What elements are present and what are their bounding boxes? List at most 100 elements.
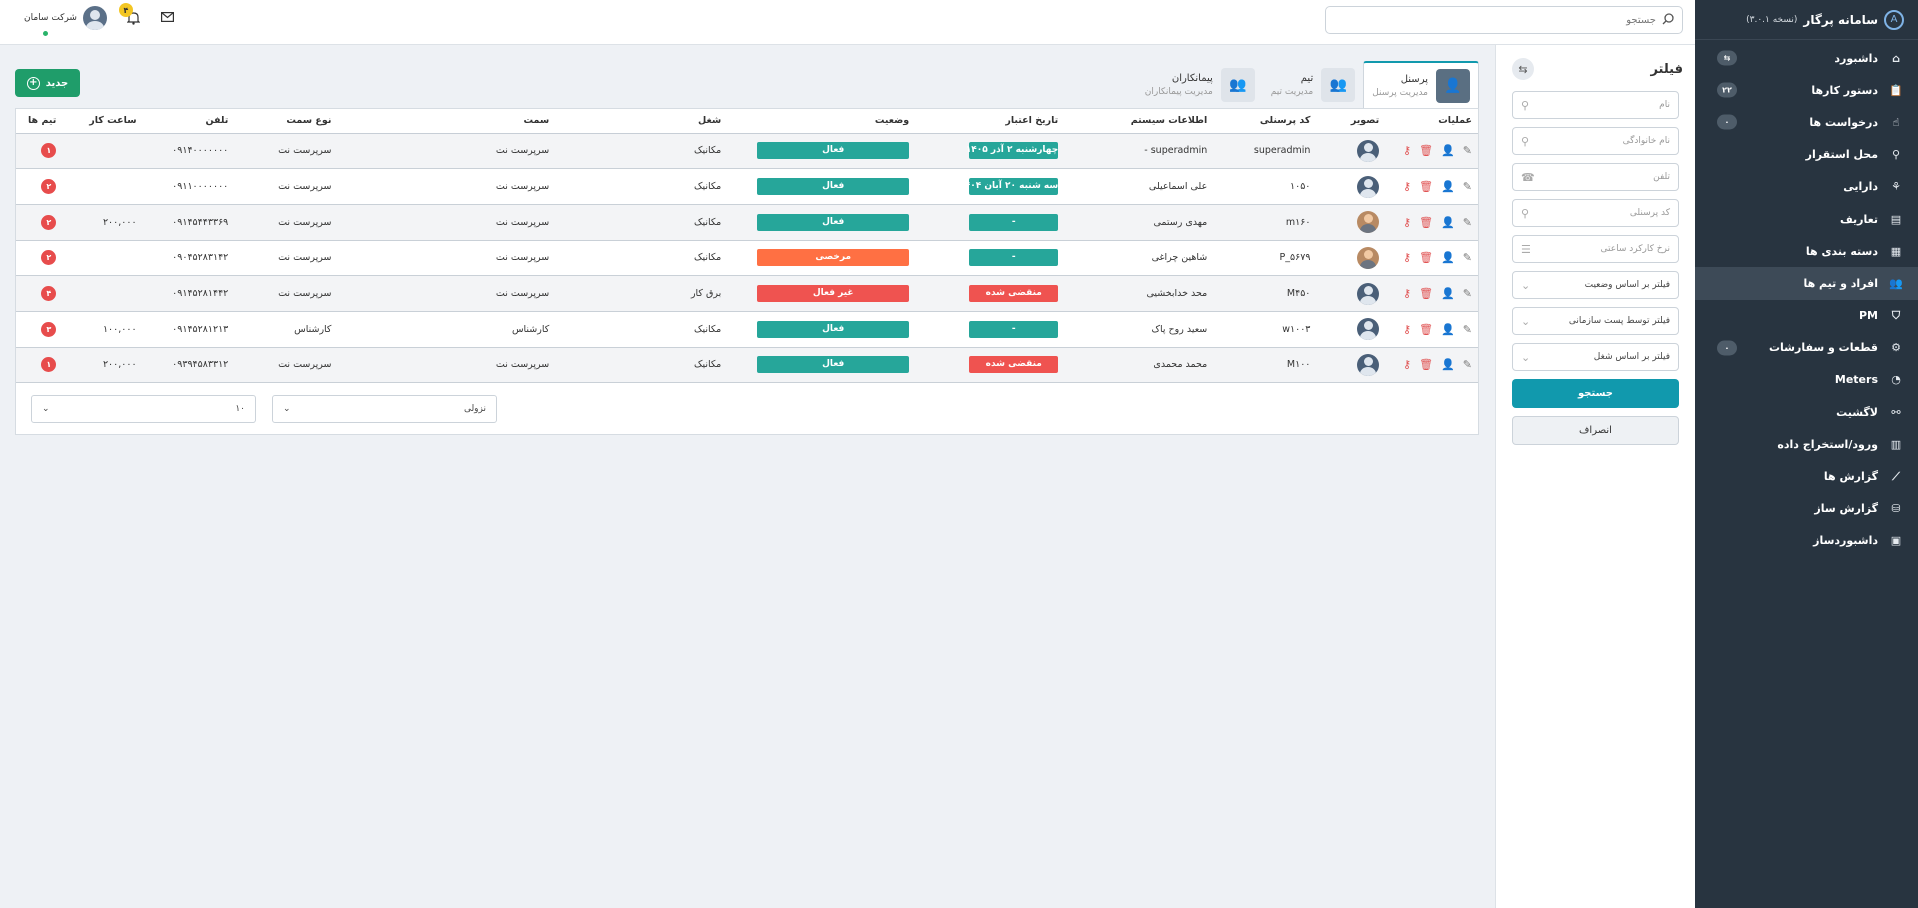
key-icon[interactable]: ⚷ [1403, 287, 1411, 300]
avatar[interactable] [82, 6, 107, 30]
status-badge: فعال [757, 213, 910, 231]
phone-cell: ۰۹۱۴۵۴۴۳۳۶۹ [142, 204, 235, 241]
edit-icon[interactable]: ✎ [1463, 251, 1472, 264]
sidebar-item-5[interactable]: تعاریف ▤ [1695, 203, 1918, 235]
sidebar-item-icon: ⚯ [1891, 405, 1901, 419]
column-header: کد پرسنلی [1213, 109, 1317, 134]
teams-count-badge[interactable]: ۱ [41, 143, 57, 159]
filter-input-1[interactable]: نام خانوادگی ⚲ [1512, 127, 1679, 155]
row-photo [1316, 311, 1386, 348]
sidebar-item-3[interactable]: محل استقرار ⚲ [1695, 139, 1918, 171]
delete-icon[interactable]: 🗑 [1419, 358, 1433, 371]
key-icon[interactable]: ⚷ [1403, 216, 1411, 229]
sidebar-item-15[interactable]: داشبوردساز ▣ [1695, 525, 1918, 557]
user-check-icon[interactable]: 👤 [1441, 323, 1455, 336]
teams-count-badge[interactable]: ۱ [41, 357, 57, 373]
phone-cell: ۰۹۳۹۴۵۸۳۳۱۲ [142, 347, 235, 384]
filter-cancel-button[interactable]: انصراف [1512, 416, 1679, 445]
user-menu[interactable]: شرکت سامان [24, 6, 107, 37]
user-check-icon[interactable]: 👤 [1441, 251, 1455, 264]
sidebar-item-10[interactable]: Meters ◔ [1695, 364, 1918, 396]
notifications-button[interactable]: ۴ [118, 3, 143, 27]
tab-1[interactable]: 👥 تیم مدیریت تیم [1263, 61, 1363, 108]
search-input[interactable] [1356, 14, 1656, 26]
validity-cell: - [915, 311, 1065, 348]
sidebar-item-icon: 📋 [1889, 83, 1903, 97]
new-button[interactable]: جدید + [15, 69, 80, 97]
hours-cell: ۲۰۰,۰۰۰ [62, 347, 143, 384]
key-icon[interactable]: ⚷ [1403, 144, 1411, 157]
sidebar-item-0[interactable]: ⇆ داشبورد ⌂ [1695, 42, 1918, 74]
position-cell: کارشناس [337, 311, 556, 348]
user-check-icon[interactable]: 👤 [1441, 144, 1455, 157]
column-header: تیم ها [16, 109, 63, 134]
actions-group: ✎ 👤 🗑 ⚷ [1391, 180, 1472, 193]
user-check-icon[interactable]: 👤 [1441, 180, 1455, 193]
status-badge: فعال [757, 142, 910, 160]
teams-count-badge[interactable]: ۲ [41, 250, 57, 266]
avatar [1357, 282, 1380, 305]
teams-count-badge[interactable]: ۳ [41, 321, 57, 337]
delete-icon[interactable]: 🗑 [1419, 180, 1433, 193]
sort-select[interactable]: ⌄ نزولی [272, 395, 497, 424]
delete-icon[interactable]: 🗑 [1419, 323, 1433, 336]
filter-select-2[interactable]: فیلتر بر اساس شغل ⌄ [1512, 343, 1679, 371]
edit-icon[interactable]: ✎ [1463, 358, 1472, 371]
sidebar-item-2[interactable]: ۰ درخواست ها ☝ [1695, 106, 1918, 138]
validity-cell: - [915, 204, 1065, 241]
key-icon[interactable]: ⚷ [1403, 323, 1411, 336]
key-icon[interactable]: ⚷ [1403, 358, 1411, 371]
sidebar-item-7[interactable]: افراد و تیم ها 👥 [1695, 267, 1918, 300]
table-row: ✎ 👤 🗑 ⚷ w۱۰۰۳ سعید روح پاک - فعال مکانیک کارشناس ک… [16, 311, 1478, 348]
delete-icon[interactable]: 🗑 [1419, 251, 1433, 264]
app-version: (نسخه ۳.۰.۱) [1746, 14, 1798, 25]
filter-input-0[interactable]: نام ⚲ [1512, 91, 1679, 119]
filter-input-placeholder: کد پرسنلی [1629, 208, 1670, 218]
key-icon[interactable]: ⚷ [1403, 251, 1411, 264]
teams-count-badge[interactable]: ۴ [41, 286, 57, 302]
edit-icon[interactable]: ✎ [1463, 323, 1472, 336]
sidebar-item-9[interactable]: ۰ قطعات و سفارشات ⚙ [1695, 332, 1918, 364]
sidebar-item-6[interactable]: دسته بندی ها ▦ [1695, 235, 1918, 267]
sidebar-item-4[interactable]: دارایی ⚘ [1695, 171, 1918, 203]
user-check-icon[interactable]: 👤 [1441, 216, 1455, 229]
edit-icon[interactable]: ✎ [1463, 287, 1472, 300]
teams-count-badge[interactable]: ۲ [41, 214, 57, 230]
sidebar-item-13[interactable]: گزارش ها ⟋ [1695, 460, 1918, 492]
teams-count-badge[interactable]: ۲ [41, 179, 57, 195]
delete-icon[interactable]: 🗑 [1419, 216, 1433, 229]
personnel-code: m۱۶۰ [1213, 204, 1317, 241]
filter-select-1[interactable]: فیلتر توسط پست سازمانی ⌄ [1512, 307, 1679, 335]
messages-button[interactable] [160, 11, 174, 25]
tab-0[interactable]: 👤 پرسنل مدیریت پرسنل [1363, 61, 1479, 108]
sidebar-item-1[interactable]: ۲۲ دستور کارها 📋 [1695, 74, 1918, 106]
delete-icon[interactable]: 🗑 [1419, 144, 1433, 157]
edit-icon[interactable]: ✎ [1463, 144, 1472, 157]
sidebar-toggle-icon[interactable]: ⇆ [1717, 50, 1737, 66]
sidebar-item-14[interactable]: گزارش ساز ⛁ [1695, 493, 1918, 525]
global-search[interactable] [1325, 6, 1683, 34]
edit-icon[interactable]: ✎ [1463, 216, 1472, 229]
user-check-icon[interactable]: 👤 [1441, 358, 1455, 371]
personnel-code: M۱۰۰ [1213, 347, 1317, 384]
table-row: ✎ 👤 🗑 ⚷ M۱۰۰ محمد محمدی منقضی شده فعال مکانیک سرپ… [16, 347, 1478, 384]
edit-icon[interactable]: ✎ [1463, 180, 1472, 193]
tab-title: پرسنل [1400, 73, 1428, 85]
personnel-code: superadmin [1213, 133, 1317, 170]
filter-input-4[interactable]: نرخ کارکرد ساعتی ☰ [1512, 235, 1679, 263]
key-icon[interactable]: ⚷ [1403, 180, 1411, 193]
sidebar-item-11[interactable]: لاگشیت ⚯ [1695, 396, 1918, 428]
delete-icon[interactable]: 🗑 [1419, 287, 1433, 300]
filter-input-3[interactable]: کد پرسنلی ⚲ [1512, 199, 1679, 227]
filter-search-button[interactable]: جستجو [1512, 379, 1679, 408]
column-header: سمت [337, 109, 556, 134]
page-size-select[interactable]: ⌄ ۱۰ [31, 395, 256, 424]
user-check-icon[interactable]: 👤 [1441, 287, 1455, 300]
filter-select-0[interactable]: فیلتر بر اساس وضعیت ⌄ [1512, 271, 1679, 299]
validity-cell: منقضی شده [915, 347, 1065, 384]
filter-input-2[interactable]: تلفن ☎ [1512, 163, 1679, 191]
swap-icon[interactable]: ⇆ [1512, 58, 1534, 80]
tab-2[interactable]: 👥 پیمانکاران مدیریت پیمانکاران [1137, 61, 1263, 108]
sidebar-item-8[interactable]: PM ⛉ [1695, 300, 1918, 332]
sidebar-item-12[interactable]: ورود/استخراج داده ▥ [1695, 428, 1918, 460]
